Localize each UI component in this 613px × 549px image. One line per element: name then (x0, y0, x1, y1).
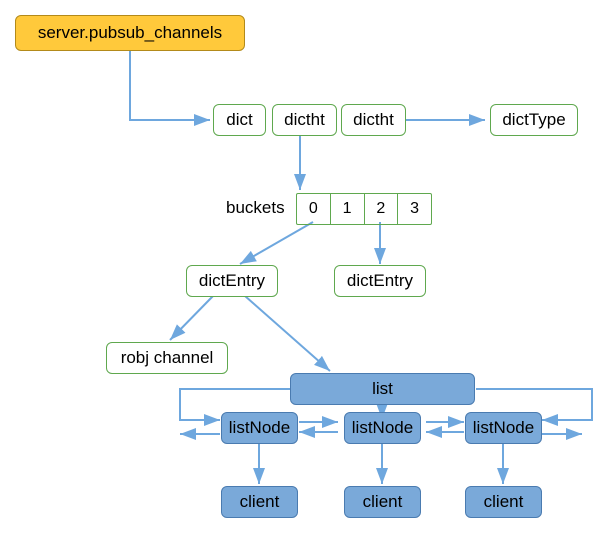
dicttype-node: dictType (490, 104, 578, 136)
list-label: list (372, 379, 393, 399)
client2-node: client (344, 486, 421, 518)
client1-label: client (240, 492, 280, 512)
dictentry2-node: dictEntry (334, 265, 426, 297)
listnode1-label: listNode (229, 418, 290, 438)
client3-node: client (465, 486, 542, 518)
bucket-2: 2 (365, 194, 399, 224)
dict-label: dict (226, 110, 252, 130)
bucket-1: 1 (331, 194, 365, 224)
client1-node: client (221, 486, 298, 518)
dictentry1-node: dictEntry (186, 265, 278, 297)
dictentry1-label: dictEntry (199, 271, 265, 291)
dictht1-node: dictht (272, 104, 337, 136)
client3-label: client (484, 492, 524, 512)
robj-node: robj channel (106, 342, 228, 374)
dictht1-label: dictht (284, 110, 325, 130)
buckets-row: 0 1 2 3 (296, 193, 432, 225)
root-node: server.pubsub_channels (15, 15, 245, 51)
robj-label: robj channel (121, 348, 214, 368)
dicttype-label: dictType (502, 110, 565, 130)
dictht2-label: dictht (353, 110, 394, 130)
root-label: server.pubsub_channels (38, 23, 222, 43)
listnode2: listNode (344, 412, 421, 444)
dictht2-node: dictht (341, 104, 406, 136)
listnode2-label: listNode (352, 418, 413, 438)
list-node: list (290, 373, 475, 405)
dictentry2-label: dictEntry (347, 271, 413, 291)
bucket-3: 3 (398, 194, 431, 224)
client2-label: client (363, 492, 403, 512)
bucket-0: 0 (297, 194, 331, 224)
buckets-label: buckets (226, 198, 285, 218)
listnode1: listNode (221, 412, 298, 444)
listnode3: listNode (465, 412, 542, 444)
dict-node: dict (213, 104, 266, 136)
listnode3-label: listNode (473, 418, 534, 438)
